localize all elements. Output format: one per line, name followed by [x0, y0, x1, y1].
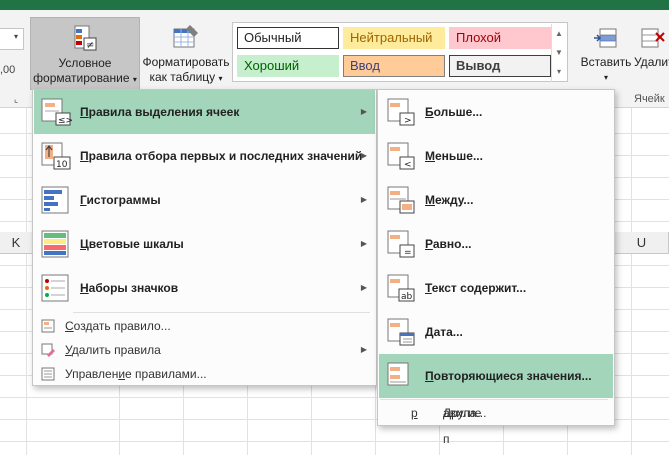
gallery-more-icon[interactable]: ▾: [552, 62, 566, 81]
menu-item-data-bars[interactable]: Гистограммы ▶: [34, 178, 375, 222]
svg-text:>: >: [404, 116, 412, 126]
menu-item-highlight-cells-rules[interactable]: ≤> Правила выделения ячеек ▶: [34, 90, 375, 134]
format-as-table-label-1: Форматировать: [142, 55, 230, 69]
menu-item-clear-rules[interactable]: Удалить правила ▶: [34, 338, 375, 362]
conditional-formatting-menu: ≤> Правила выделения ячеек ▶ 10 Правила …: [32, 89, 377, 386]
highlight-rules-submenu: > Больше... < Меньше... Между... = Равно…: [377, 89, 615, 446]
calendar-icon: [386, 317, 416, 347]
manage-rules-icon: [41, 367, 55, 381]
format-as-table-label-2: как таблицу ▾: [149, 70, 223, 84]
submenu-item-equal-to[interactable]: = Равно...: [379, 222, 613, 266]
submenu-item-label: Равно...: [425, 237, 472, 251]
text-contains-icon: ab: [386, 273, 416, 303]
insert-cells-button[interactable]: Вставить ▾: [578, 17, 634, 90]
color-scales-icon: [40, 229, 72, 259]
submenu-item-label: Повторяющиеся значения...: [425, 369, 592, 383]
menu-item-label: Правила отбора первых и последних значен…: [80, 149, 363, 163]
menu-item-label: Цветовые шкалы: [80, 237, 184, 251]
menu-item-label: Удалить правила: [65, 343, 161, 357]
submenu-arrow-icon: ▶: [360, 283, 367, 292]
group-expand-icon[interactable]: ⌞: [14, 94, 18, 105]
menu-item-new-rule[interactable]: Создать правило...: [34, 314, 375, 338]
menu-item-label: Создать правило...: [65, 319, 171, 333]
menu-item-label: Гистограммы: [80, 193, 161, 207]
cell-styles-gallery: Обычный Нейтральный Плохой Хороший Ввод …: [232, 22, 568, 82]
new-rule-icon: [41, 319, 55, 333]
menu-item-top-bottom-rules[interactable]: 10 Правила отбора первых и последних зна…: [34, 134, 375, 178]
style-bad[interactable]: Плохой: [449, 27, 551, 49]
svg-text:=: =: [404, 248, 412, 258]
submenu-arrow-icon: ▶: [360, 195, 367, 204]
insert-cells-icon: [592, 23, 620, 53]
styles-gallery-scroll[interactable]: ▲ ▼ ▾: [551, 24, 566, 82]
svg-text:ab: ab: [401, 292, 413, 302]
submenu-arrow-icon: ▶: [360, 151, 367, 160]
conditional-formatting-label-2: форматирование ▾: [33, 71, 137, 85]
highlight-cells-rules-icon: ≤>: [40, 97, 73, 127]
top-bottom-rules-icon: 10: [40, 141, 72, 171]
ribbon-top-bar: [0, 0, 669, 10]
submenu-arrow-icon: ▶: [360, 107, 367, 116]
submenu-item-duplicate-values[interactable]: Повторяющиеся значения...: [379, 354, 613, 398]
between-icon: [386, 185, 416, 215]
menu-item-label: Наборы значков: [80, 281, 179, 295]
duplicate-values-icon: [386, 361, 416, 391]
submenu-arrow-icon: ▶: [360, 239, 367, 248]
submenu-item-label: Другие п р авила...: [411, 406, 487, 446]
style-good[interactable]: Хороший: [237, 55, 339, 77]
font-size-input-stub[interactable]: [0, 28, 24, 50]
submenu-item-label: Дата...: [425, 325, 463, 339]
scroll-up-icon[interactable]: ▲: [552, 24, 566, 43]
svg-text:≠: ≠: [86, 40, 94, 51]
style-neutral[interactable]: Нейтральный: [343, 27, 445, 49]
greater-than-icon: >: [386, 97, 416, 127]
submenu-item-less-than[interactable]: < Меньше...: [379, 134, 613, 178]
submenu-item-greater-than[interactable]: > Больше...: [379, 90, 613, 134]
scroll-down-icon[interactable]: ▼: [552, 43, 566, 62]
data-bars-icon: [40, 185, 72, 215]
column-header-k[interactable]: K: [0, 232, 33, 254]
submenu-item-label: Больше...: [425, 105, 483, 119]
less-than-icon: <: [386, 141, 416, 171]
icon-sets-icon: [40, 273, 72, 303]
style-input[interactable]: Ввод: [343, 55, 445, 77]
submenu-item-between[interactable]: Между...: [379, 178, 613, 222]
delete-label: Удалить: [634, 55, 669, 69]
delete-cells-button[interactable]: Удалить: [634, 17, 669, 90]
eraser-icon: [41, 343, 55, 357]
svg-text:≤>: ≤>: [58, 116, 72, 126]
submenu-arrow-icon: ▶: [360, 345, 367, 354]
menu-item-label: Правила выделения ячеек: [80, 105, 240, 119]
cells-group-label: Ячейк: [634, 93, 665, 105]
decimal-icon[interactable]: ,00: [0, 64, 15, 76]
submenu-item-more-rules[interactable]: Другие п р авила...: [379, 400, 613, 446]
delete-cells-icon: [638, 23, 666, 53]
menu-item-manage-rules[interactable]: Управление правилами...: [34, 362, 375, 386]
menu-item-icon-sets[interactable]: Наборы значков ▶: [34, 266, 375, 310]
conditional-formatting-label-1: Условное: [58, 56, 112, 70]
conditional-formatting-button[interactable]: ≠ Условное форматирование ▾: [30, 17, 140, 90]
insert-dropdown-icon: ▾: [603, 73, 608, 82]
submenu-item-label: Меньше...: [425, 149, 483, 163]
format-as-table-icon: [172, 23, 200, 53]
style-normal[interactable]: Обычный: [237, 27, 339, 49]
conditional-formatting-icon: ≠: [71, 24, 99, 54]
equal-to-icon: =: [386, 229, 416, 259]
menu-separator: [73, 312, 370, 313]
style-output[interactable]: Вывод: [449, 55, 551, 77]
submenu-item-label: Между...: [425, 193, 474, 207]
svg-text:<: <: [404, 160, 412, 170]
menu-item-color-scales[interactable]: Цветовые шкалы ▶: [34, 222, 375, 266]
format-as-table-button[interactable]: Форматировать как таблицу ▾: [140, 17, 232, 90]
dropdown-arrow-icon[interactable]: ▾: [14, 32, 18, 41]
submenu-item-text-contains[interactable]: ab Текст содержит...: [379, 266, 613, 310]
submenu-item-label: Текст содержит...: [425, 281, 527, 295]
column-header-u[interactable]: U: [615, 232, 669, 254]
insert-label: Вставить: [580, 55, 632, 69]
menu-item-label: Управление правилами...: [65, 367, 207, 381]
svg-text:10: 10: [56, 160, 68, 170]
submenu-item-date[interactable]: Дата...: [379, 310, 613, 354]
